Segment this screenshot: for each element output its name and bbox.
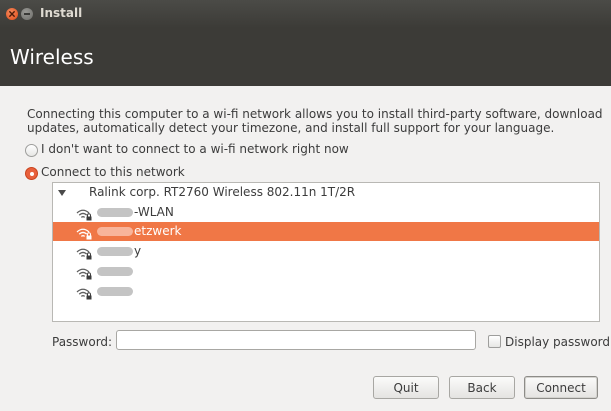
- page-header: Wireless: [0, 28, 611, 86]
- network-row[interactable]: etzwerk: [53, 222, 599, 241]
- description-text: Connecting this computer to a wi-fi netw…: [27, 107, 603, 135]
- redacted-text: [97, 247, 133, 256]
- display-password-label[interactable]: Display password: [505, 335, 610, 349]
- no-connect-label[interactable]: I don't want to connect to a wi-fi netwo…: [41, 142, 349, 156]
- redacted-text: [97, 267, 133, 276]
- network-row[interactable]: y: [53, 242, 599, 261]
- close-icon[interactable]: [6, 8, 18, 20]
- title-bar[interactable]: Install: [0, 0, 611, 28]
- expander-arrow-icon[interactable]: [58, 190, 66, 196]
- network-row[interactable]: [53, 282, 599, 301]
- network-row[interactable]: [53, 262, 599, 281]
- network-list[interactable]: Ralink corp. RT2760 Wireless 802.11n 1T/…: [52, 182, 600, 322]
- network-name: -WLAN: [97, 205, 174, 219]
- network-name-suffix: y: [134, 244, 142, 258]
- redacted-text: [97, 287, 133, 296]
- back-button[interactable]: Back: [449, 376, 515, 399]
- window-title: Install: [40, 6, 83, 20]
- wifi-lock-icon: [75, 285, 93, 304]
- minimize-icon[interactable]: [21, 8, 33, 20]
- network-row[interactable]: -WLAN: [53, 203, 599, 222]
- network-name-suffix: -WLAN: [134, 205, 174, 219]
- password-input[interactable]: [116, 330, 476, 350]
- network-name: y: [97, 244, 141, 258]
- redacted-text: [97, 208, 133, 217]
- page-title: Wireless: [10, 45, 94, 69]
- password-label: Password:: [52, 335, 113, 349]
- quit-button[interactable]: Quit: [373, 376, 439, 399]
- connect-button[interactable]: Connect: [524, 376, 598, 399]
- network-name: [97, 284, 134, 298]
- display-password-checkbox[interactable]: [488, 335, 501, 348]
- connect-label[interactable]: Connect to this network: [41, 165, 185, 179]
- network-name: [97, 264, 134, 278]
- wireless-device-label: Ralink corp. RT2760 Wireless 802.11n 1T/…: [89, 185, 356, 199]
- redacted-text: [97, 227, 133, 236]
- network-name-suffix: etzwerk: [134, 224, 182, 238]
- no-connect-radio[interactable]: [25, 144, 38, 157]
- connect-radio[interactable]: [25, 167, 38, 180]
- installer-window: Install Wireless Connecting this compute…: [0, 0, 611, 411]
- network-name: etzwerk: [97, 224, 181, 238]
